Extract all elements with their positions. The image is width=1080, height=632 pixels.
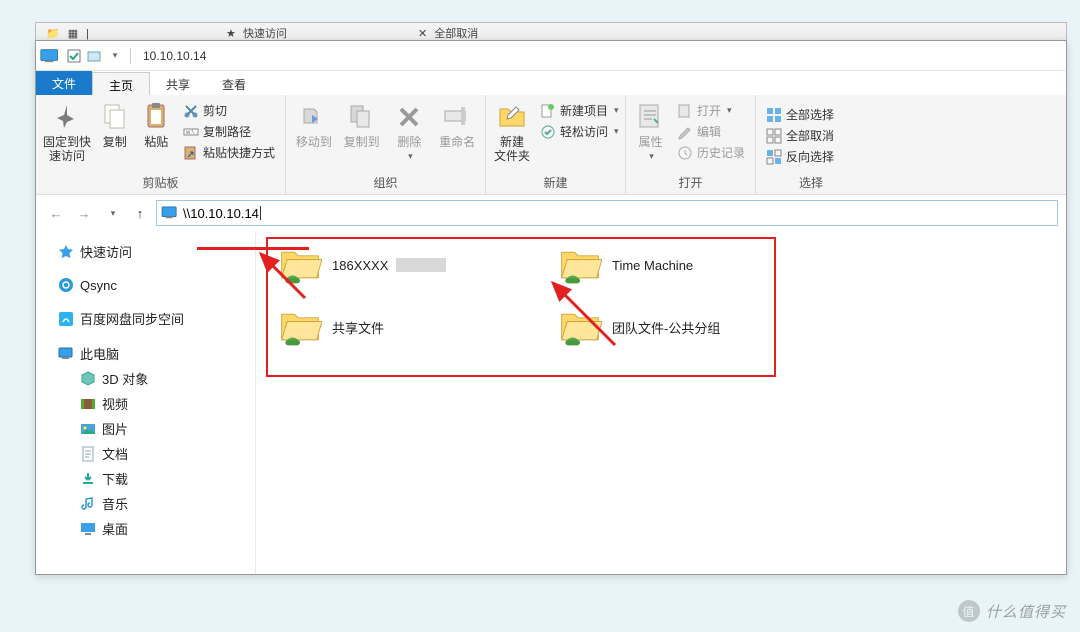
cut-button[interactable]: 剪切 xyxy=(179,101,279,120)
copy-to-button[interactable]: 复制到 xyxy=(340,99,384,151)
qat-checkbox-icon[interactable] xyxy=(67,49,81,63)
move-to-button[interactable]: 移动到 xyxy=(292,99,336,151)
baidu-icon xyxy=(58,311,74,327)
svg-text:w:\: w:\ xyxy=(185,130,194,136)
ribbon-group-organize: 移动到 复制到 删除▾ 重命名 组织 xyxy=(286,95,486,194)
cube-icon xyxy=(80,371,96,387)
tab-share[interactable]: 共享 xyxy=(150,71,206,95)
content-area: 快速访问 Qsync 百度网盘同步空间 此电脑 3D 对象 xyxy=(36,231,1066,574)
edit-button[interactable]: 编辑 xyxy=(673,122,749,141)
path-icon: w:\ xyxy=(183,124,199,140)
folder-item[interactable]: 团队文件-公共分组 xyxy=(558,305,798,349)
pc-icon xyxy=(58,346,74,362)
select-all-button[interactable]: 全部选择 xyxy=(762,105,838,124)
pc-icon xyxy=(161,206,179,220)
share-folder-icon xyxy=(558,243,602,287)
star-icon xyxy=(58,244,74,260)
sidebar-item-downloads[interactable]: 下载 xyxy=(40,466,251,491)
copy-button[interactable]: 复制 xyxy=(96,99,133,151)
folder-item[interactable]: 共享文件 xyxy=(278,305,558,349)
ribbon: 固定到快 速访问 复制 粘贴 剪切 w:\ xyxy=(36,95,1066,195)
ribbon-group-clipboard: 固定到快 速访问 复制 粘贴 剪切 w:\ xyxy=(36,95,286,194)
main-pane[interactable]: 186XXXX Time Machine 共享文件 xyxy=(256,231,1066,574)
document-icon xyxy=(80,446,96,462)
invert-icon xyxy=(766,149,782,165)
sidebar-item-music[interactable]: 音乐 xyxy=(40,491,251,516)
select-none-icon xyxy=(766,128,782,144)
history-button[interactable]: 历史记录 xyxy=(673,143,749,162)
qat-folder-icon[interactable] xyxy=(87,49,101,63)
new-item-icon xyxy=(540,103,556,119)
ribbon-group-new: 新建 文件夹 新建项目▾ 轻松访问▾ 新建 xyxy=(486,95,626,194)
sidebar-item-3d[interactable]: 3D 对象 xyxy=(40,366,251,391)
desktop-icon xyxy=(80,521,96,537)
sidebar-item-pictures[interactable]: 图片 xyxy=(40,416,251,441)
nav-recent-dropdown[interactable]: ▾ xyxy=(100,201,124,225)
easy-access-button[interactable]: 轻松访问▾ xyxy=(536,122,623,141)
delete-button[interactable]: 删除▾ xyxy=(388,99,432,164)
pin-to-quick-button[interactable]: 固定到快 速访问 xyxy=(42,99,92,166)
ribbon-group-select: 全部选择 全部取消 反向选择 选择 xyxy=(756,95,866,194)
scissors-icon xyxy=(183,103,199,119)
tab-file[interactable]: 文件 xyxy=(36,71,92,95)
select-none-button[interactable]: 全部取消 xyxy=(762,126,838,145)
nav-forward-button[interactable]: → xyxy=(72,201,96,225)
sidebar-item-quick[interactable]: 快速访问 xyxy=(40,239,251,264)
sidebar-item-thispc[interactable]: 此电脑 xyxy=(40,341,251,366)
share-folder-icon xyxy=(558,305,602,349)
navigation-bar: ← → ▾ ↑ \\10.10.10.14 xyxy=(36,195,1066,231)
video-icon xyxy=(80,396,96,412)
redacted-text xyxy=(396,258,446,272)
nav-up-button[interactable]: ↑ xyxy=(128,201,152,225)
address-bar[interactable]: \\10.10.10.14 xyxy=(156,200,1058,226)
watermark: 值 什么值得买 xyxy=(958,600,1066,622)
tab-view[interactable]: 查看 xyxy=(206,71,262,95)
pictures-icon xyxy=(80,421,96,437)
folder-item[interactable]: 186XXXX xyxy=(278,243,558,287)
nav-back-button[interactable]: ← xyxy=(44,201,68,225)
window-title: 10.10.10.14 xyxy=(143,49,206,63)
music-icon xyxy=(80,496,96,512)
open-icon xyxy=(677,103,693,119)
address-text: \\10.10.10.14 xyxy=(183,206,259,221)
watermark-icon: 值 xyxy=(958,600,980,622)
ribbon-group-open: 属性▾ 打开▾ 编辑 历史记录 打开 xyxy=(626,95,756,194)
shortcut-icon xyxy=(183,145,199,161)
copy-path-button[interactable]: w:\ 复制路径 xyxy=(179,122,279,141)
paste-button[interactable]: 粘贴 xyxy=(137,99,174,151)
folder-item[interactable]: Time Machine xyxy=(558,243,798,287)
explorer-window: ▾ 10.10.10.14 文件 主页 共享 查看 固定到快 速访问 复制 xyxy=(35,40,1067,575)
sidebar-item-desktop[interactable]: 桌面 xyxy=(40,516,251,541)
open-button[interactable]: 打开▾ xyxy=(673,101,749,120)
sidebar-item-qsync[interactable]: Qsync xyxy=(40,274,251,296)
sidebar-item-documents[interactable]: 文档 xyxy=(40,441,251,466)
share-folder-icon xyxy=(278,305,322,349)
qat-dropdown-icon[interactable]: ▾ xyxy=(107,49,121,63)
rename-button[interactable]: 重命名 xyxy=(435,99,479,151)
edit-icon xyxy=(677,124,693,140)
annotation-underline xyxy=(197,247,309,250)
invert-select-button[interactable]: 反向选择 xyxy=(762,147,838,166)
sidebar-item-baidu[interactable]: 百度网盘同步空间 xyxy=(40,306,251,331)
sidebar-item-video[interactable]: 视频 xyxy=(40,391,251,416)
nav-sidebar: 快速访问 Qsync 百度网盘同步空间 此电脑 3D 对象 xyxy=(36,231,256,574)
qsync-icon xyxy=(58,277,74,293)
new-item-button[interactable]: 新建项目▾ xyxy=(536,101,623,120)
paste-shortcut-button[interactable]: 粘贴快捷方式 xyxy=(179,143,279,162)
new-folder-button[interactable]: 新建 文件夹 xyxy=(492,99,532,166)
history-icon xyxy=(677,145,693,161)
easy-access-icon xyxy=(540,124,556,140)
download-icon xyxy=(80,471,96,487)
window-icon xyxy=(40,48,60,64)
properties-button[interactable]: 属性▾ xyxy=(632,99,669,164)
titlebar: ▾ 10.10.10.14 xyxy=(36,41,1066,71)
select-all-icon xyxy=(766,107,782,123)
tab-home[interactable]: 主页 xyxy=(92,72,150,95)
ribbon-tabs: 文件 主页 共享 查看 xyxy=(36,71,1066,95)
